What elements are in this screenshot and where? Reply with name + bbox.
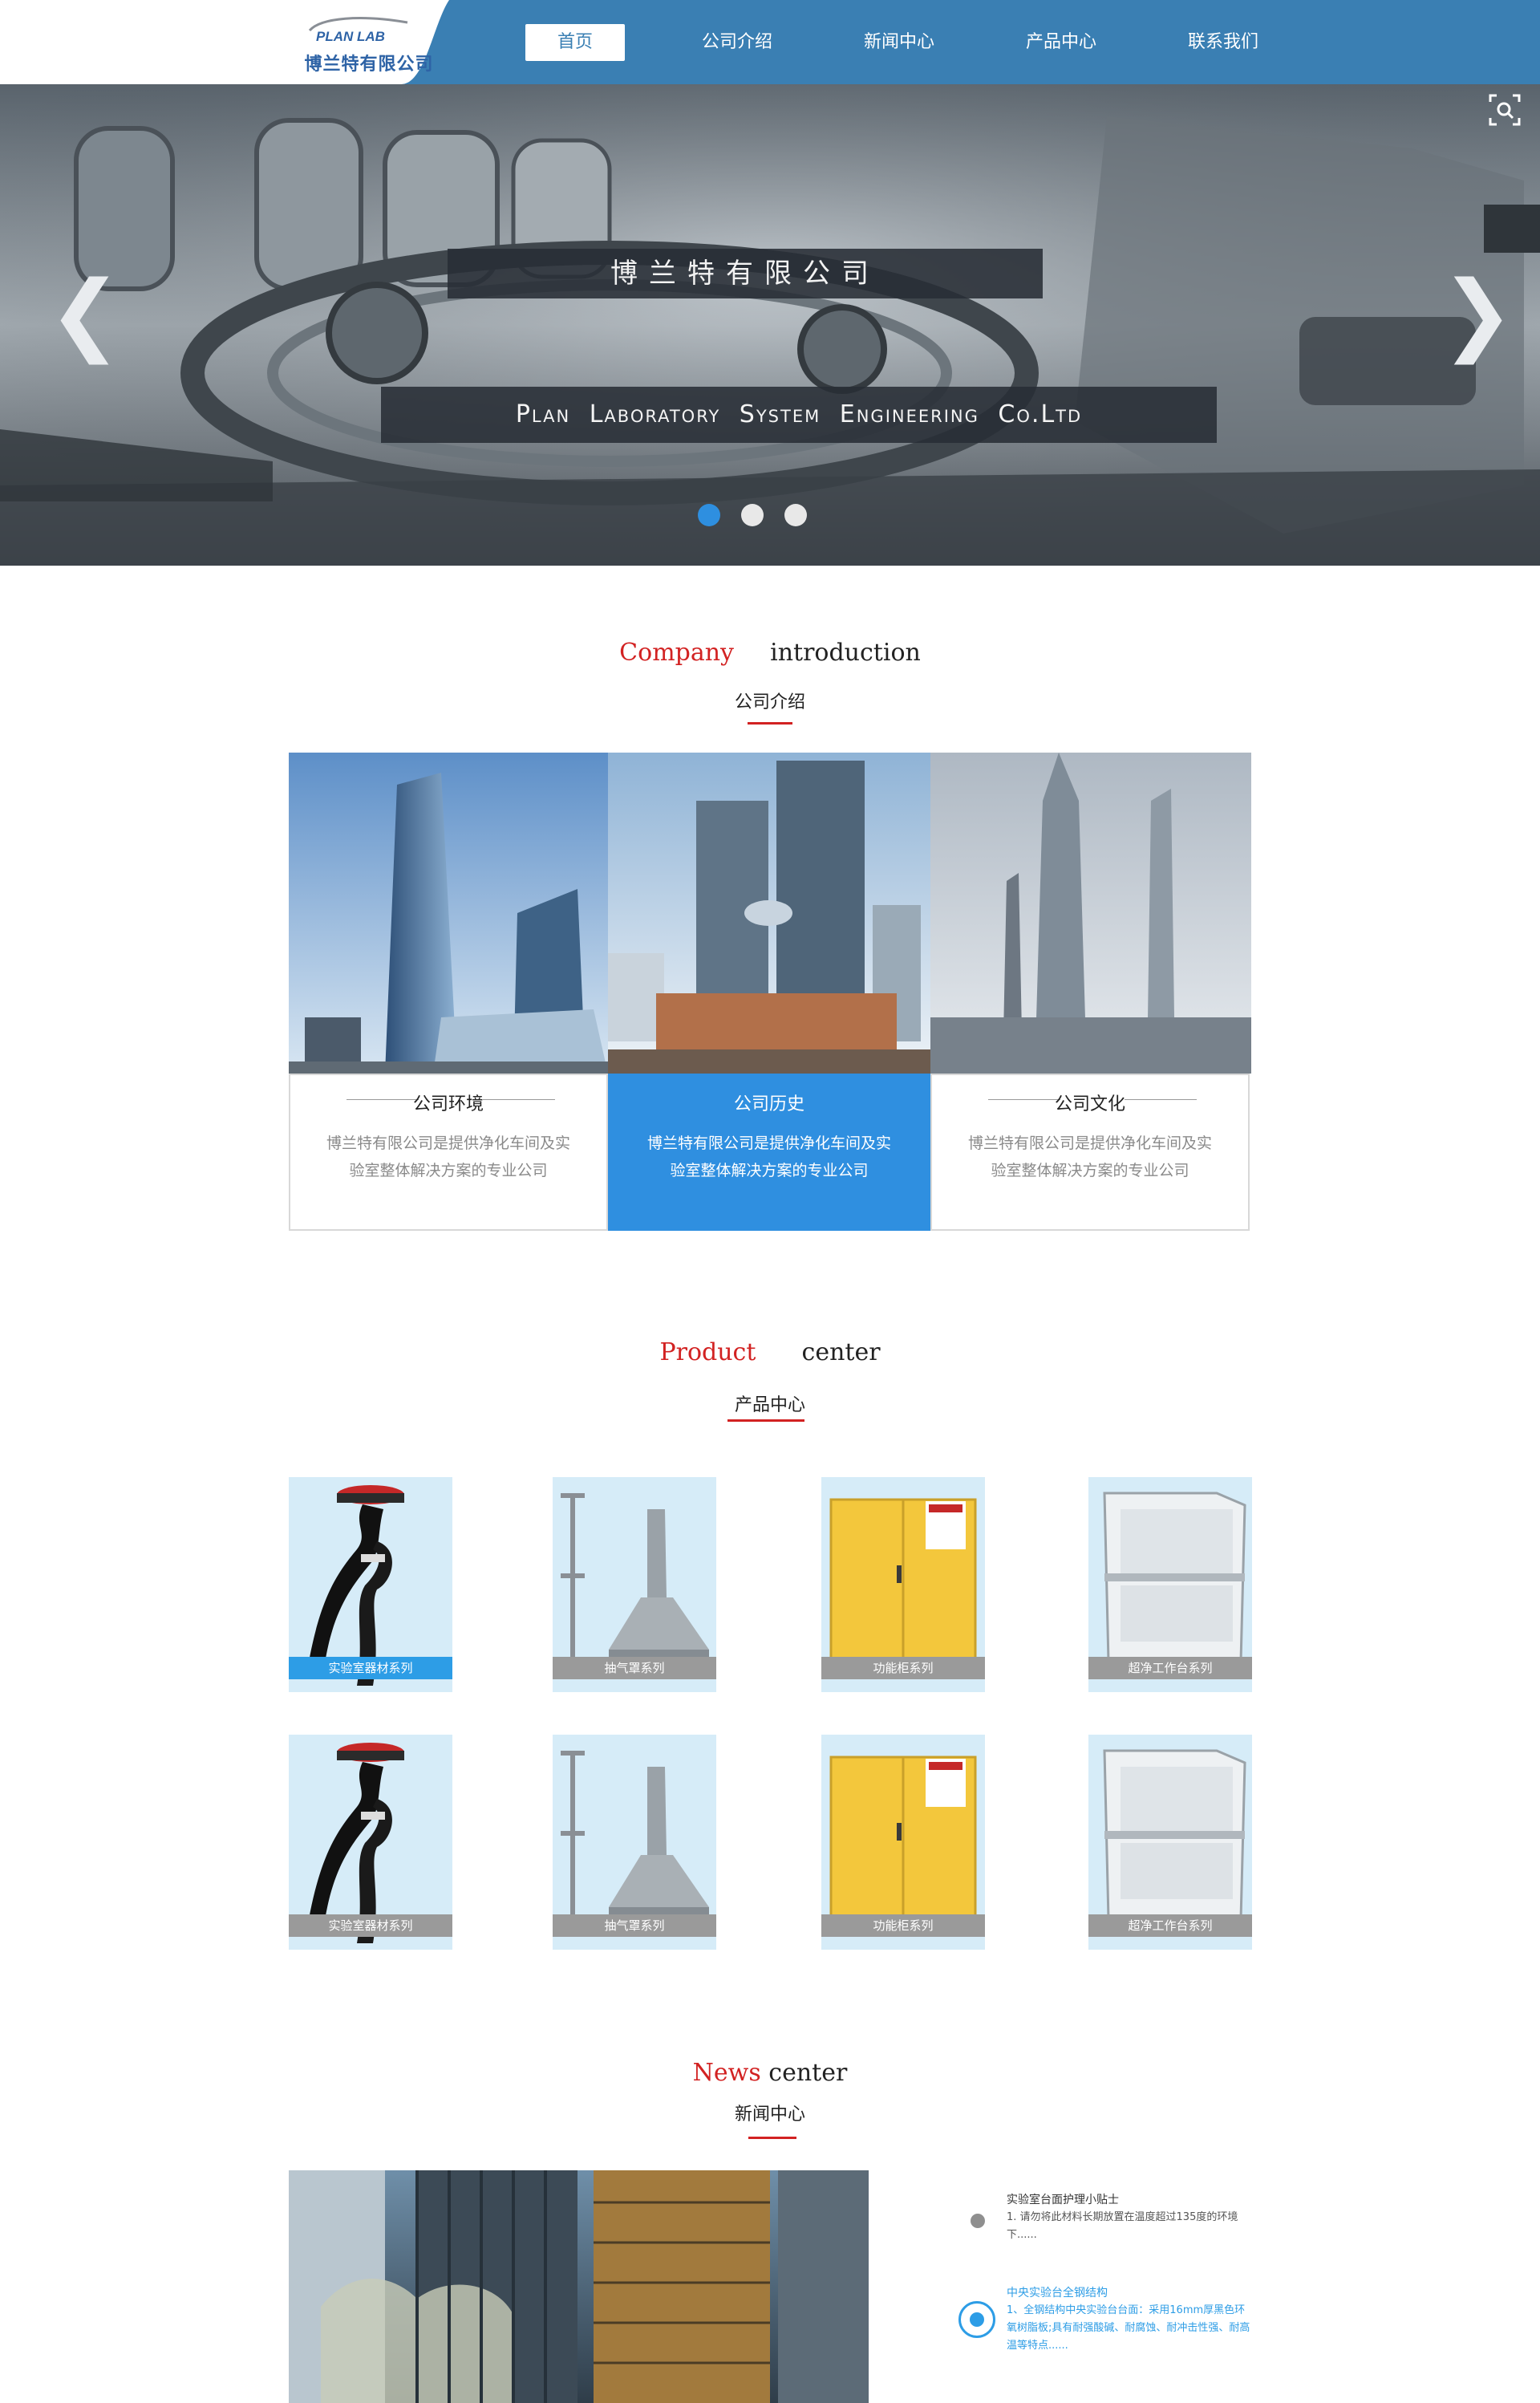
chevron-left-icon[interactable]: ❮: [48, 265, 122, 361]
news-desc: 1、全钢结构中央实验台台面：采用16mm厚黑色环氧树脂板;具有耐强酸碱、耐腐蚀、…: [1007, 2304, 1250, 2352]
product-section-title: Product center: [0, 1338, 1540, 1366]
slider-dot-2[interactable]: [741, 504, 764, 526]
intro-card-environment[interactable]: 公司环境 博兰特有限公司是提供净化车间及实验室整体解决方案的专业公司: [289, 1074, 608, 1231]
company-history-photo: [608, 753, 930, 1074]
product-card-safety-cabinet[interactable]: 功能柜系列: [821, 1477, 985, 1692]
intro-card-text: 博兰特有限公司是提供净化车间及实验室整体解决方案的专业公司: [646, 1135, 891, 1179]
intro-card-history[interactable]: 公司历史 博兰特有限公司是提供净化车间及实验室整体解决方案的专业公司: [608, 1074, 930, 1231]
product-label: 抽气罩系列: [553, 1657, 716, 1679]
main-nav: 首页 公司介绍 新闻中心 产品中心 联系我们: [525, 24, 1304, 63]
product-label: 抽气罩系列: [553, 1914, 716, 1937]
hero-banner: 博兰特有限公司 Plan Laboratory System Engineeri…: [0, 84, 1540, 566]
banner-title: 博兰特有限公司: [448, 249, 1043, 298]
product-card-safety-cabinet[interactable]: 功能柜系列: [821, 1735, 985, 1950]
product-label: 功能柜系列: [821, 1914, 985, 1937]
product-title-red: Product: [659, 1338, 756, 1366]
logo-mark: PLAN LAB: [308, 17, 408, 44]
news-item-2[interactable]: 中央实验台全钢结构 1、全钢结构中央实验台台面：采用16mm厚黑色环氧树脂板;具…: [1007, 2284, 1255, 2355]
company-environment-photo: [289, 753, 608, 1074]
company-section-underline: [748, 722, 792, 725]
news-title: 中央实验台全钢结构: [1007, 2287, 1108, 2299]
intro-card-text: 博兰特有限公司是提供净化车间及实验室整体解决方案的专业公司: [326, 1135, 570, 1179]
slider-dot-3[interactable]: [784, 504, 807, 526]
product-label: 超净工作台系列: [1088, 1914, 1252, 1937]
logo-company-name: 博兰特有限公司: [304, 55, 434, 75]
company-section-title: Company introduction: [0, 639, 1540, 667]
nav-products[interactable]: 产品中心: [980, 24, 1142, 61]
news-section-underline: [748, 2137, 796, 2139]
product-card-eyewash[interactable]: 实验室器材系列: [289, 1477, 452, 1692]
news-item-1[interactable]: 实验室台面护理小贴士 1. 请勿将此材料长期放置在温度超过135度的环境下...…: [1007, 2191, 1255, 2244]
header: PLAN LAB 博兰特有限公司 首页 公司介绍 新闻中心 产品中心 联系我们: [0, 0, 1540, 84]
news-desc: 1. 请勿将此材料长期放置在温度超过135度的环境下......: [1007, 2211, 1238, 2241]
product-card-clean-bench[interactable]: 超净工作台系列: [1088, 1735, 1252, 1950]
company-section-subtitle: 公司介绍: [734, 692, 805, 712]
intro-card-heading: 公司历史: [733, 1094, 804, 1114]
chevron-right-icon[interactable]: ❯: [1441, 265, 1514, 361]
product-section-subtitle: 产品中心: [734, 1395, 805, 1415]
company-title-red: Company: [619, 639, 734, 667]
news-title-rest: center: [768, 2059, 848, 2087]
news-bullet-1[interactable]: [971, 2214, 985, 2228]
intro-card-heading: 公司文化: [1054, 1094, 1125, 1114]
news-title-red: News: [692, 2059, 761, 2087]
intro-card-heading: 公司环境: [412, 1094, 484, 1114]
product-card-eyewash[interactable]: 实验室器材系列: [289, 1735, 452, 1950]
banner-subtitle: Plan Laboratory System Engineering Co.Lt…: [381, 387, 1217, 443]
nav-contact[interactable]: 联系我们: [1142, 24, 1304, 61]
svg-text:PLAN LAB: PLAN LAB: [316, 29, 385, 44]
intro-card-text: 博兰特有限公司是提供净化车间及实验室整体解决方案的专业公司: [967, 1135, 1212, 1179]
news-section-subtitle: 新闻中心: [734, 2105, 805, 2125]
news-photo[interactable]: [289, 2170, 869, 2403]
product-title-rest: center: [801, 1338, 881, 1366]
product-label: 功能柜系列: [821, 1657, 985, 1679]
zoom-icon[interactable]: [1485, 91, 1524, 129]
product-card-fume-hood[interactable]: 抽气罩系列: [553, 1735, 716, 1950]
news-title: 实验室台面护理小贴士: [1007, 2194, 1119, 2206]
logo[interactable]: PLAN LAB 博兰特有限公司: [289, 11, 449, 75]
nav-company[interactable]: 公司介绍: [656, 24, 818, 61]
news-bullet-2[interactable]: [958, 2301, 995, 2338]
nav-news[interactable]: 新闻中心: [818, 24, 980, 61]
product-card-fume-hood[interactable]: 抽气罩系列: [553, 1477, 716, 1692]
banner-background-image: [0, 84, 1540, 566]
slider-dots: [698, 504, 807, 526]
nav-home[interactable]: 首页: [525, 24, 625, 61]
intro-card-culture[interactable]: 公司文化 博兰特有限公司是提供净化车间及实验室整体解决方案的专业公司: [930, 1074, 1250, 1231]
company-culture-photo: [930, 753, 1251, 1074]
product-section-underline: [727, 1419, 804, 1422]
news-section-title: News center: [0, 2059, 1540, 2087]
product-label: 实验室器材系列: [289, 1657, 452, 1679]
slider-dot-1[interactable]: [698, 504, 720, 526]
product-label: 实验室器材系列: [289, 1914, 452, 1937]
product-label: 超净工作台系列: [1088, 1657, 1252, 1679]
company-title-rest: introduction: [770, 639, 921, 667]
product-card-clean-bench[interactable]: 超净工作台系列: [1088, 1477, 1252, 1692]
